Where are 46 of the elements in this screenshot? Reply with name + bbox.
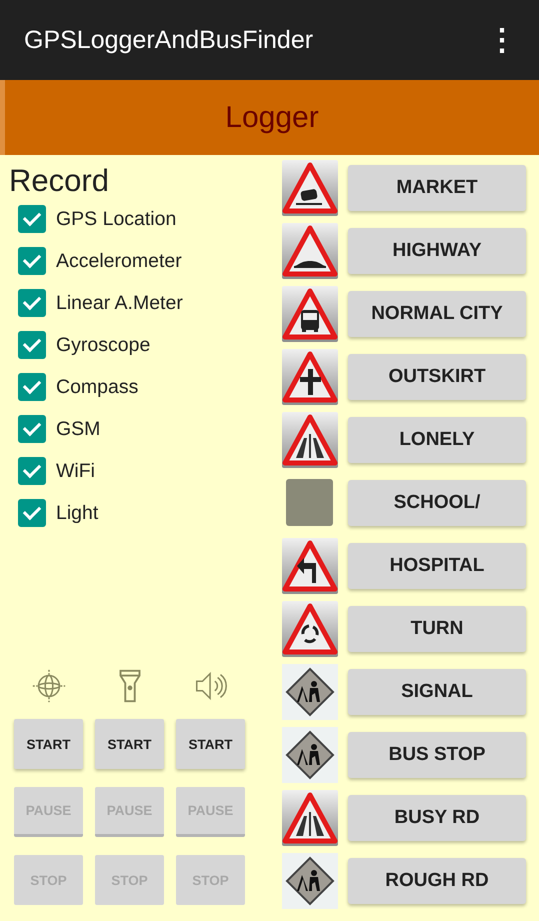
checkbox-label: Compass	[56, 376, 138, 398]
checkbox[interactable]	[18, 415, 46, 443]
checkbox-label: GPS Location	[56, 208, 176, 230]
start-button[interactable]: START	[14, 719, 83, 769]
place-button[interactable]: NORMAL CITY	[348, 291, 526, 337]
checkbox-label: WiFi	[56, 460, 95, 482]
car-warning-sign-icon[interactable]	[282, 160, 338, 216]
place-button[interactable]: MARKET	[348, 165, 526, 211]
place-button[interactable]: SCHOOL/	[348, 480, 526, 526]
traffic-warning-sign-icon[interactable]	[282, 412, 338, 468]
place-button[interactable]: OUTSKIRT	[348, 354, 526, 400]
menu-button[interactable]: ⋮	[483, 22, 521, 58]
checkbox[interactable]	[18, 289, 46, 317]
worker-sign-icon[interactable]	[282, 664, 338, 720]
start-button[interactable]: START	[176, 719, 245, 769]
bump-warning-sign-icon[interactable]	[282, 223, 338, 279]
worker-sign-icon[interactable]	[282, 853, 338, 909]
place-button[interactable]: LONELY	[348, 417, 526, 463]
place-button[interactable]: TURN	[348, 606, 526, 652]
checkbox-label: Linear A.Meter	[56, 292, 183, 314]
place-button[interactable]: BUSY RD	[348, 795, 526, 841]
place-button[interactable]: BUS STOP	[348, 732, 526, 778]
place-button[interactable]: HIGHWAY	[348, 228, 526, 274]
checkbox[interactable]	[18, 247, 46, 275]
place-button[interactable]: HOSPITAL	[348, 543, 526, 589]
roundabout-warning-sign-icon[interactable]	[282, 601, 338, 657]
place-button[interactable]: SIGNAL	[348, 669, 526, 715]
checkbox[interactable]	[18, 499, 46, 527]
crossroad-warning-sign-icon[interactable]	[282, 349, 338, 405]
checkbox-label: Gyroscope	[56, 334, 150, 356]
traffic-warning-sign-icon[interactable]	[282, 790, 338, 846]
header-title: Logger	[225, 100, 319, 134]
left-turn-warning-sign-icon[interactable]	[282, 538, 338, 594]
bus-warning-sign-icon[interactable]	[282, 286, 338, 342]
section-title: Record	[8, 162, 109, 199]
checkbox-label: Accelerometer	[56, 250, 182, 272]
worker-sign-icon[interactable]	[282, 727, 338, 783]
checkbox[interactable]	[18, 457, 46, 485]
app-title: GPSLoggerAndBusFinder	[24, 26, 314, 54]
start-button[interactable]: START	[95, 719, 164, 769]
checkbox-label: Light	[56, 502, 98, 524]
place-button[interactable]: ROUGH RD	[348, 858, 526, 904]
checkbox-label: GSM	[56, 418, 100, 440]
checkbox[interactable]	[18, 205, 46, 233]
checkbox[interactable]	[18, 331, 46, 359]
checkbox[interactable]	[18, 373, 46, 401]
